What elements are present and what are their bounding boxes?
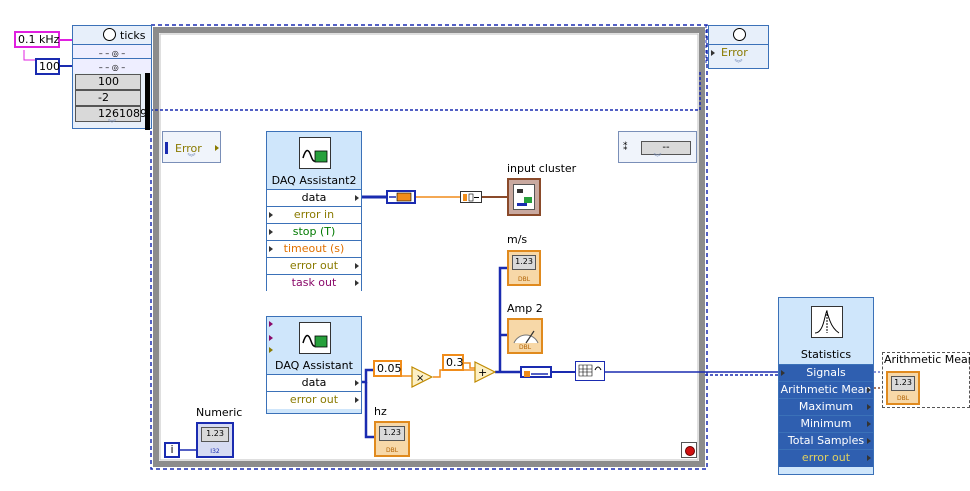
add-icon[interactable]: + <box>474 361 496 383</box>
timing-error-node[interactable]: Error ︾ <box>708 25 769 69</box>
amp2-type: DBL <box>518 344 532 351</box>
daq1-input-marker-icon-2 <box>269 335 273 341</box>
statistics-title: Statistics <box>800 348 852 361</box>
count-constant[interactable]: 100 <box>35 58 60 75</box>
stats-term-minimum[interactable]: Minimum <box>779 415 873 433</box>
right-output-node[interactable]: ⁑ -- ︾ <box>618 131 697 163</box>
daq2-term-task-out[interactable]: task out <box>267 274 361 292</box>
numeric-indicator[interactable]: 1.23 I32 <box>196 422 234 458</box>
left-error-border-icon <box>165 142 168 154</box>
daq2-term-error-in[interactable]: error in <box>267 206 361 224</box>
daq2-term-timeout[interactable]: timeout (s) <box>267 240 361 258</box>
statistics-icon <box>811 306 843 338</box>
arith-mean-label: Arithmetic Mean <box>884 353 970 366</box>
numeric-value: 1.23 <box>201 427 229 442</box>
statistics-node[interactable]: Statistics Signals Arithmetic Mean Maxim… <box>778 297 874 475</box>
input-cluster-indicator[interactable] <box>507 178 541 216</box>
ms-indicator[interactable]: 1.23 DBL <box>507 250 541 286</box>
svg-text:×: × <box>416 373 424 384</box>
timing-node-chevron-icon: ︾ <box>108 119 116 128</box>
amp2-gauge[interactable]: DBL <box>507 318 543 354</box>
hz-type: DBL <box>385 447 399 454</box>
amp2-label: Amp 2 <box>507 302 543 315</box>
stop-button[interactable] <box>681 442 697 458</box>
timing-dash-icon: – – ◎ – <box>98 49 126 58</box>
hz-value: 1.23 <box>379 426 405 441</box>
stats-term-total-samples[interactable]: Total Samples <box>779 432 873 450</box>
left-error-arrow-icon <box>215 145 219 151</box>
timing-node-title: ticks <box>120 29 146 42</box>
numeric-label: Numeric <box>196 406 243 419</box>
daq1-input-marker-icon-3 <box>269 347 273 353</box>
daq1-term-data[interactable]: data <box>267 374 361 392</box>
daq-waveform-icon-2 <box>299 322 331 354</box>
stats-term-signals[interactable]: Signals <box>779 364 873 382</box>
stop-icon <box>685 446 695 456</box>
constant-005[interactable]: 0.05 <box>373 360 402 377</box>
daq-assistant-node[interactable]: DAQ Assistant data error out <box>266 316 362 414</box>
daq-assistant-title: DAQ Assistant <box>275 359 353 372</box>
daq1-input-marker-icon <box>269 321 273 327</box>
stats-term-arith-mean[interactable]: Arithmetic Mean <box>779 381 873 399</box>
hz-label: hz <box>374 405 387 418</box>
daq2-term-data[interactable]: data <box>267 189 361 207</box>
timing-node[interactable]: ticks – – ◎ – – – ◎ – 100 -2 1261089 ︾ <box>72 25 152 130</box>
daq2-term-stop[interactable]: stop (T) <box>267 223 361 241</box>
daq1-term-error-out[interactable]: error out <box>267 391 361 409</box>
multiply-icon[interactable]: × <box>411 366 433 388</box>
clock-icon-2 <box>733 28 746 41</box>
timing-dash-icon-2: – – ◎ – <box>98 63 126 72</box>
daq-waveform-icon <box>299 137 331 169</box>
arith-mean-value: 1.23 <box>891 376 915 391</box>
left-error-node[interactable]: Error ︾ <box>162 131 221 163</box>
timing-row-1: -2 <box>75 90 141 106</box>
input-cluster-label: input cluster <box>507 162 577 175</box>
right-output-chevron-icon: ︾ <box>653 153 662 162</box>
ms-value: 1.23 <box>512 255 536 270</box>
daq-assistant2-title: DAQ Assistant2 <box>271 174 357 187</box>
to-dynamic-icon[interactable] <box>520 366 552 378</box>
stats-term-error-out[interactable]: error out <box>779 449 873 467</box>
convert-dynamic-icon[interactable] <box>386 190 416 204</box>
iteration-terminal-label: i <box>170 443 174 456</box>
ms-type: DBL <box>517 276 531 283</box>
numeric-type: I32 <box>210 448 220 455</box>
timing-row-count: – – ◎ – <box>73 58 151 73</box>
daq-assistant2-node[interactable]: DAQ Assistant2 data error in stop (T) ti… <box>266 131 362 292</box>
iteration-terminal[interactable]: i <box>164 442 180 458</box>
clock-icon <box>103 28 116 41</box>
stats-term-maximum[interactable]: Maximum <box>779 398 873 416</box>
hz-indicator[interactable]: 1.23 DBL <box>374 421 410 457</box>
arith-mean-type: DBL <box>896 395 910 402</box>
right-output-arrow-icon: ⁑ <box>623 143 628 153</box>
cluster-inner-icon <box>513 184 535 210</box>
bundle-icon[interactable] <box>460 191 482 203</box>
frequency-constant[interactable]: 0.1 kHz <box>14 31 60 48</box>
build-waveform-icon[interactable] <box>575 361 605 381</box>
daq2-term-error-out[interactable]: error out <box>267 257 361 275</box>
timing-row-freq: – – ◎ – <box>73 44 151 59</box>
timing-error-chevron-icon: ︾ <box>734 59 743 68</box>
right-output-field: -- <box>641 141 691 155</box>
left-error-chevron-icon: ︾ <box>187 153 196 162</box>
arith-mean-indicator[interactable]: 1.23 DBL <box>886 371 920 405</box>
count-constant-value: 100 <box>39 60 60 73</box>
timing-row-0: 100 <box>75 74 141 90</box>
svg-text:+: + <box>478 366 487 379</box>
frequency-constant-value: 0.1 kHz <box>18 33 60 46</box>
constant-03[interactable]: 0.3 <box>442 354 464 371</box>
ms-label: m/s <box>507 233 528 246</box>
